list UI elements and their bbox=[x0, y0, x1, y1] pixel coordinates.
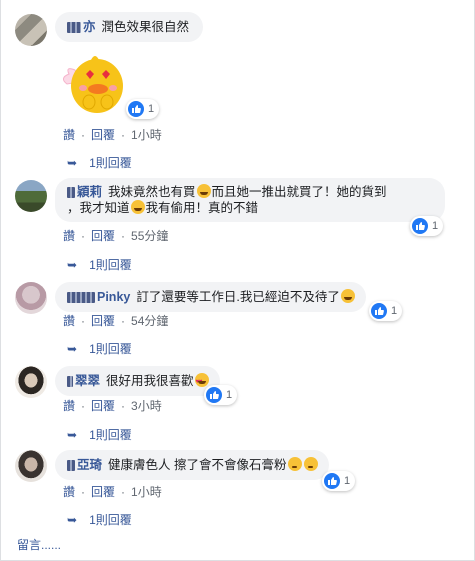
reply-button[interactable]: 回覆 bbox=[91, 229, 115, 243]
reply-button[interactable]: 回覆 bbox=[91, 399, 115, 413]
avatar[interactable] bbox=[15, 366, 47, 398]
reply-arrow-icon: ➥ bbox=[67, 428, 78, 442]
comment-actions: 讚 · 回覆 · 1小時 bbox=[63, 128, 162, 142]
like-icon bbox=[206, 387, 222, 403]
like-button[interactable]: 讚 bbox=[63, 229, 75, 243]
avatar[interactable] bbox=[15, 450, 47, 482]
reply-arrow-icon: ➥ bbox=[67, 513, 78, 527]
comment-text: 潤色效果很自然 bbox=[101, 20, 190, 34]
heart-eyes-chick-sticker bbox=[61, 52, 133, 118]
comment-actions: 讚 · 回覆 · 1小時 bbox=[63, 485, 162, 499]
grinning-emoji-icon bbox=[130, 200, 145, 214]
reply-button[interactable]: 回覆 bbox=[91, 485, 115, 499]
laughing-emoji-icon bbox=[340, 289, 355, 303]
comment-bubble: 穎莉 我妹竟然也有買 而且她一推出就買了！她的貨到 ，我才知道 我有偷用！真的不錯 bbox=[55, 178, 445, 222]
like-icon bbox=[371, 303, 387, 319]
comments-panel: 亦潤色效果很自然 1 讚 · 回覆 · 1小時 ➥ 1則回覆 穎莉 我妹竟然也有… bbox=[0, 0, 475, 561]
comment-actions: 讚 · 回覆 · 54分鐘 bbox=[63, 314, 169, 328]
view-replies-link[interactable]: ➥ 1則回覆 bbox=[67, 256, 132, 273]
reply-button[interactable]: 回覆 bbox=[91, 128, 115, 142]
like-icon bbox=[324, 473, 340, 489]
view-replies-link[interactable]: ➥ 1則回覆 bbox=[67, 154, 132, 171]
comment-text: 很好用我很喜歡 bbox=[106, 374, 194, 388]
reaction-count[interactable]: 1 bbox=[322, 471, 356, 491]
commenter-name[interactable]: 亦 bbox=[67, 20, 96, 34]
reaction-count[interactable]: 1 bbox=[204, 385, 238, 405]
heart-eyes-emoji-icon bbox=[194, 373, 209, 390]
comment-bubble: 亦潤色效果很自然 bbox=[55, 12, 204, 42]
avatar[interactable] bbox=[15, 14, 47, 46]
comment-actions: 讚 · 回覆 · 3小時 bbox=[63, 399, 162, 413]
reaction-count[interactable]: 1 bbox=[126, 99, 160, 119]
commenter-name[interactable]: Pinky bbox=[67, 290, 130, 304]
comment-actions: 讚 · 回覆 · 55分鐘 bbox=[63, 229, 169, 243]
avatar[interactable] bbox=[15, 282, 47, 314]
laughing-emoji-icon bbox=[196, 184, 211, 198]
commenter-name[interactable]: 亞琦 bbox=[67, 458, 102, 472]
reply-arrow-icon: ➥ bbox=[67, 156, 78, 170]
like-button[interactable]: 讚 bbox=[63, 485, 75, 499]
comment-bubble: Pinky 訂了還要等工作日.我已經迫不及待了 bbox=[55, 282, 366, 312]
thinking-emoji-icon bbox=[303, 457, 318, 471]
avatar[interactable] bbox=[15, 180, 47, 212]
like-button[interactable]: 讚 bbox=[63, 128, 75, 142]
like-icon bbox=[412, 218, 428, 234]
timestamp[interactable]: 3小時 bbox=[131, 399, 162, 413]
comment-text: 健康膚色人 擦了會不會像石膏粉 bbox=[108, 458, 287, 472]
commenter-name[interactable]: 穎莉 bbox=[67, 185, 102, 199]
like-icon bbox=[128, 101, 144, 117]
reply-button[interactable]: 回覆 bbox=[91, 314, 115, 328]
write-comment-prompt[interactable]: 留言...... bbox=[17, 536, 61, 553]
like-button[interactable]: 讚 bbox=[63, 399, 75, 413]
timestamp[interactable]: 54分鐘 bbox=[131, 314, 168, 328]
comment-bubble: 亞琦 健康膚色人 擦了會不會像石膏粉 bbox=[55, 450, 329, 480]
reply-arrow-icon: ➥ bbox=[67, 258, 78, 272]
reaction-count[interactable]: 1 bbox=[369, 301, 403, 321]
reply-arrow-icon: ➥ bbox=[67, 342, 78, 356]
comment-text: 我妹竟然也有買 bbox=[108, 185, 196, 199]
timestamp[interactable]: 1小時 bbox=[131, 128, 162, 142]
view-replies-link[interactable]: ➥ 1則回覆 bbox=[67, 426, 132, 443]
comment-text: 訂了還要等工作日.我已經迫不及待了 bbox=[136, 290, 340, 304]
thinking-emoji-icon bbox=[287, 457, 302, 471]
reaction-count[interactable]: 1 bbox=[410, 216, 444, 236]
commenter-name[interactable]: 翠翠 bbox=[67, 374, 100, 388]
timestamp[interactable]: 1小時 bbox=[131, 485, 162, 499]
timestamp[interactable]: 55分鐘 bbox=[131, 229, 168, 243]
view-replies-link[interactable]: ➥ 1則回覆 bbox=[67, 511, 132, 528]
comment-bubble: 翠翠 很好用我很喜歡 bbox=[55, 366, 220, 396]
like-button[interactable]: 讚 bbox=[63, 314, 75, 328]
view-replies-link[interactable]: ➥ 1則回覆 bbox=[67, 340, 132, 357]
